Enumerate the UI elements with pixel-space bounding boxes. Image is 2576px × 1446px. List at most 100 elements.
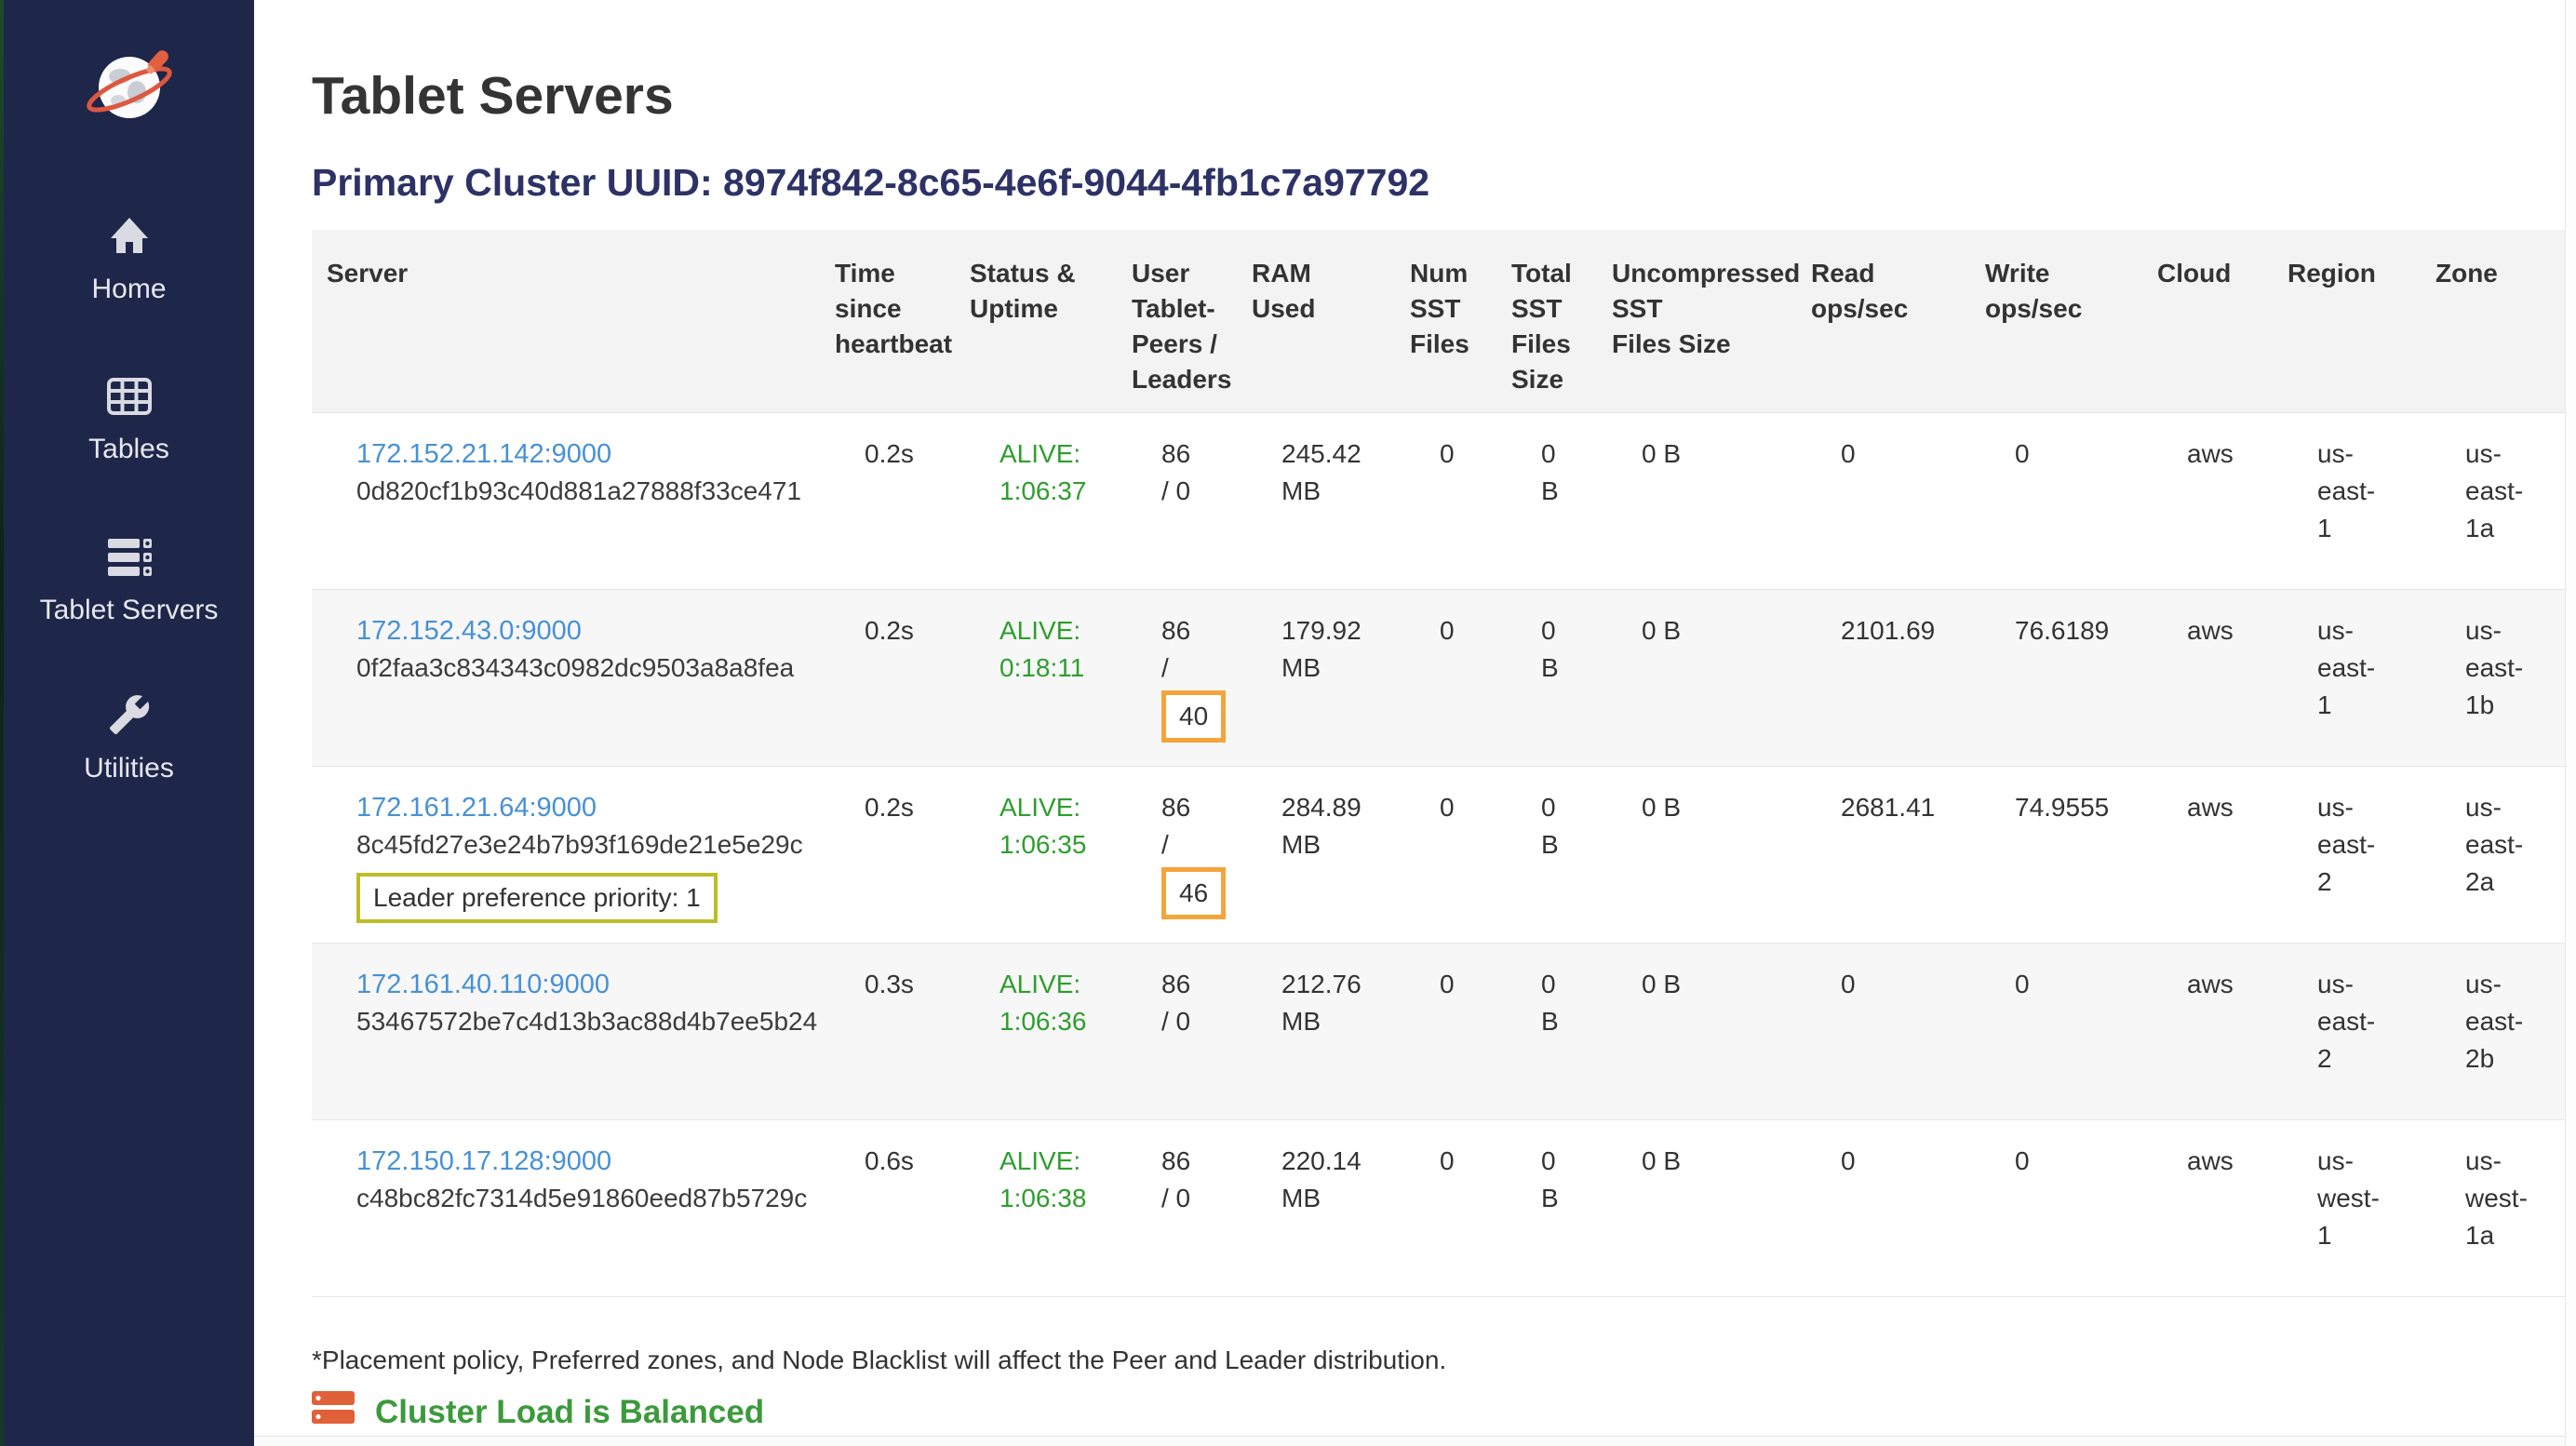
page-title: Tablet Servers <box>312 67 2565 126</box>
total-sst-size-cell: 0 B <box>1496 590 1597 767</box>
zone-cell: us- east- 2a <box>2421 767 2565 944</box>
column-header: Server <box>312 230 820 413</box>
server-uuid: c48bc82fc7314d5e91860eed87b5729c <box>356 1180 805 1217</box>
cloud-cell: aws <box>2142 767 2273 944</box>
server-link[interactable]: 172.152.43.0:9000 <box>356 612 805 649</box>
server-uuid: 0d820cf1b93c40d881a27888f33ce471 <box>356 473 805 510</box>
sidebar-item-label: Tablet Servers <box>40 595 219 625</box>
region-cell: us- east- 2 <box>2273 944 2421 1120</box>
utilities-icon <box>4 693 254 743</box>
column-header: Write ops/sec <box>1970 230 2142 413</box>
uncompressed-sst-size-cell: 0 B <box>1597 944 1796 1120</box>
uncompressed-sst-size-cell: 0 B <box>1597 590 1796 767</box>
column-header: User Tablet- Peers / Leaders <box>1117 230 1237 413</box>
ram-used-cell: 284.89 MB <box>1237 767 1395 944</box>
column-header: Uncompressed SST Files Size <box>1597 230 1796 413</box>
server-cell: 172.161.40.110:900053467572be7c4d13b3ac8… <box>312 944 820 1120</box>
uncompressed-sst-size-cell: 0 B <box>1597 767 1796 944</box>
sidebar: Home Tables Tablet Servers <box>4 0 254 1446</box>
ram-used-cell: 179.92 MB <box>1237 590 1395 767</box>
vertical-scrollbar-track[interactable] <box>2565 0 2576 1446</box>
tablet-peers-value: 86 / 0 <box>1161 970 1190 1036</box>
bottom-scrollbar-track[interactable] <box>254 1436 2576 1446</box>
num-sst-files-cell: 0 <box>1395 767 1496 944</box>
region-cell: us- east- 1 <box>2273 413 2421 590</box>
write-ops-cell: 0 <box>1970 1120 2142 1297</box>
table-row: 172.161.21.64:90008c45fd27e3e24b7b93f169… <box>312 767 2565 944</box>
region-cell: us- east- 1 <box>2273 590 2421 767</box>
cloud-cell: aws <box>2142 413 2273 590</box>
yugabyte-logo-icon[interactable] <box>4 41 254 139</box>
leaders-count-badge: 40 <box>1161 690 1226 743</box>
server-uuid: 53467572be7c4d13b3ac88d4b7ee5b24 <box>356 1003 805 1040</box>
server-cell: 172.150.17.128:9000c48bc82fc7314d5e91860… <box>312 1120 820 1297</box>
ram-used-cell: 245.42 MB <box>1237 413 1395 590</box>
total-sst-size-cell: 0 B <box>1496 413 1597 590</box>
server-link[interactable]: 172.150.17.128:9000 <box>356 1143 805 1180</box>
num-sst-files-cell: 0 <box>1395 944 1496 1120</box>
table-row: 172.152.21.142:90000d820cf1b93c40d881a27… <box>312 413 2565 590</box>
status-uptime-cell: ALIVE: 0:18:11 <box>955 590 1117 767</box>
cloud-cell: aws <box>2142 1120 2273 1297</box>
tablet-peers-cell: 86 / 0 <box>1117 413 1237 590</box>
column-header: Read ops/sec <box>1796 230 1970 413</box>
cluster-load-status-link[interactable]: Cluster Load is Balanced <box>312 1390 2565 1434</box>
sidebar-item-label: Home <box>91 274 166 304</box>
uncompressed-sst-size-cell: 0 B <box>1597 1120 1796 1297</box>
ram-used-cell: 220.14 MB <box>1237 1120 1395 1297</box>
leader-preference-badge: Leader preference priority: 1 <box>356 873 718 923</box>
tablet-peers-cell: 86 / 0 <box>1117 944 1237 1120</box>
sidebar-item-home[interactable]: Home <box>4 216 254 305</box>
tablet-peers-value: 86 / <box>1161 616 1190 682</box>
region-cell: us- west- 1 <box>2273 1120 2421 1297</box>
server-link[interactable]: 172.161.40.110:9000 <box>356 966 805 1003</box>
heartbeat-cell: 0.6s <box>820 1120 955 1297</box>
tablet-peers-value: 86 / <box>1161 793 1190 859</box>
read-ops-cell: 2681.41 <box>1796 767 1970 944</box>
zone-cell: us- west- 1a <box>2421 1120 2565 1297</box>
status-uptime-cell: ALIVE: 1:06:35 <box>955 767 1117 944</box>
total-sst-size-cell: 0 B <box>1496 1120 1597 1297</box>
sidebar-item-tables[interactable]: Tables <box>4 376 254 465</box>
read-ops-cell: 0 <box>1796 1120 1970 1297</box>
status-uptime-cell: ALIVE: 1:06:38 <box>955 1120 1117 1297</box>
num-sst-files-cell: 0 <box>1395 1120 1496 1297</box>
tablet-peers-value: 86 / 0 <box>1161 1146 1190 1212</box>
column-header: Zone <box>2421 230 2565 413</box>
column-header: Time since heartbeat <box>820 230 955 413</box>
column-header: RAM Used <box>1237 230 1395 413</box>
tablet-peers-cell: 86 / 40 <box>1117 590 1237 767</box>
ram-used-cell: 212.76 MB <box>1237 944 1395 1120</box>
tablet-servers-table: ServerTime since heartbeatStatus & Uptim… <box>312 230 2565 1297</box>
heartbeat-cell: 0.2s <box>820 767 955 944</box>
tablet-servers-icon <box>4 537 254 585</box>
sidebar-item-label: Tables <box>88 434 169 464</box>
column-header: Status & Uptime <box>955 230 1117 413</box>
write-ops-cell: 76.6189 <box>1970 590 2142 767</box>
sidebar-item-tablet-servers[interactable]: Tablet Servers <box>4 537 254 626</box>
read-ops-cell: 0 <box>1796 413 1970 590</box>
read-ops-cell: 2101.69 <box>1796 590 1970 767</box>
tablet-peers-cell: 86 / 0 <box>1117 1120 1237 1297</box>
server-cell: 172.161.21.64:90008c45fd27e3e24b7b93f169… <box>312 767 820 944</box>
placement-policy-note: *Placement policy, Preferred zones, and … <box>312 1346 2565 1375</box>
server-uuid: 8c45fd27e3e24b7b93f169de21e5e29c <box>356 826 805 864</box>
sidebar-item-utilities[interactable]: Utilities <box>4 693 254 784</box>
server-cell: 172.152.43.0:90000f2faa3c834343c0982dc95… <box>312 590 820 767</box>
zone-cell: us- east- 1a <box>2421 413 2565 590</box>
server-rack-icon <box>312 1390 355 1434</box>
tables-icon <box>4 376 254 424</box>
table-header-row: ServerTime since heartbeatStatus & Uptim… <box>312 230 2565 413</box>
table-row: 172.161.40.110:900053467572be7c4d13b3ac8… <box>312 944 2565 1120</box>
zone-cell: us- east- 1b <box>2421 590 2565 767</box>
server-link[interactable]: 172.152.21.142:9000 <box>356 435 805 473</box>
sidebar-item-label: Utilities <box>84 753 174 783</box>
leaders-count-badge: 46 <box>1161 867 1226 919</box>
column-header: Cloud <box>2142 230 2273 413</box>
num-sst-files-cell: 0 <box>1395 413 1496 590</box>
server-link[interactable]: 172.161.21.64:9000 <box>356 789 805 826</box>
server-uuid: 0f2faa3c834343c0982dc9503a8a8fea <box>356 649 805 687</box>
status-uptime-cell: ALIVE: 1:06:37 <box>955 413 1117 590</box>
read-ops-cell: 0 <box>1796 944 1970 1120</box>
column-header: Region <box>2273 230 2421 413</box>
